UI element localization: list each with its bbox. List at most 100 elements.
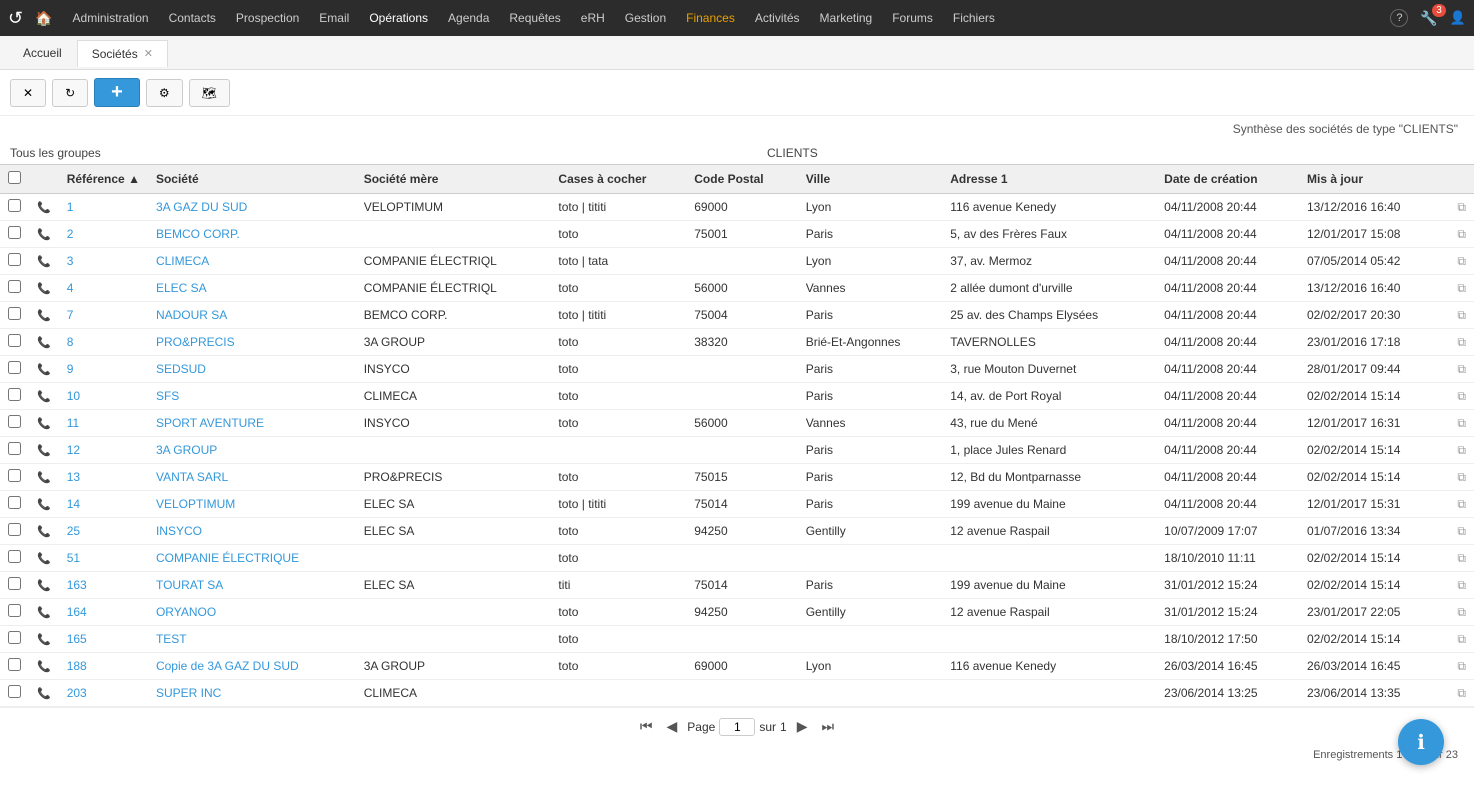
row-copy-cell[interactable]: ⧉ — [1442, 275, 1474, 302]
row-copy-cell[interactable]: ⧉ — [1442, 491, 1474, 518]
copy-icon[interactable]: ⧉ — [1457, 281, 1466, 296]
row-checkbox-cell[interactable] — [0, 302, 29, 329]
row-phone-cell[interactable]: 📞 — [29, 680, 59, 707]
row-copy-cell[interactable]: ⧉ — [1442, 248, 1474, 275]
add-button[interactable]: + — [94, 78, 140, 107]
row-checkbox[interactable] — [8, 307, 21, 320]
row-ref-link[interactable]: 1 — [67, 200, 74, 214]
nav-item-finances[interactable]: Finances — [678, 7, 743, 29]
copy-icon[interactable]: ⧉ — [1457, 308, 1466, 323]
row-societe-link[interactable]: ORYANOO — [156, 605, 216, 619]
row-checkbox[interactable] — [8, 631, 21, 644]
nav-item-email[interactable]: Email — [311, 7, 357, 29]
row-phone-cell[interactable]: 📞 — [29, 545, 59, 572]
nav-item-prospection[interactable]: Prospection — [228, 7, 307, 29]
row-phone-cell[interactable]: 📞 — [29, 491, 59, 518]
row-checkbox-cell[interactable] — [0, 599, 29, 626]
nav-item-gestion[interactable]: Gestion — [617, 7, 674, 29]
nav-item-marketing[interactable]: Marketing — [812, 7, 881, 29]
row-societe-link[interactable]: NADOUR SA — [156, 308, 227, 322]
tab-accueil[interactable]: Accueil — [8, 39, 77, 66]
page-input[interactable] — [719, 718, 755, 736]
row-ref-link[interactable]: 165 — [67, 632, 87, 646]
row-checkbox[interactable] — [8, 253, 21, 266]
row-copy-cell[interactable]: ⧉ — [1442, 464, 1474, 491]
row-ref-link[interactable]: 4 — [67, 281, 74, 295]
row-phone-cell[interactable]: 📞 — [29, 410, 59, 437]
row-phone-cell[interactable]: 📞 — [29, 221, 59, 248]
row-societe-link[interactable]: 3A GROUP — [156, 443, 217, 457]
row-checkbox-cell[interactable] — [0, 194, 29, 221]
row-copy-cell[interactable]: ⧉ — [1442, 653, 1474, 680]
row-copy-cell[interactable]: ⧉ — [1442, 302, 1474, 329]
row-phone-cell[interactable]: 📞 — [29, 572, 59, 599]
row-societe-link[interactable]: Copie de 3A GAZ DU SUD — [156, 659, 299, 673]
row-ref-link[interactable]: 13 — [67, 470, 80, 484]
row-checkbox[interactable] — [8, 496, 21, 509]
row-societe-link[interactable]: BEMCO CORP. — [156, 227, 240, 241]
row-checkbox[interactable] — [8, 604, 21, 617]
row-checkbox-cell[interactable] — [0, 545, 29, 572]
row-checkbox-cell[interactable] — [0, 653, 29, 680]
row-checkbox[interactable] — [8, 577, 21, 590]
row-ref-link[interactable]: 7 — [67, 308, 74, 322]
copy-icon[interactable]: ⧉ — [1457, 551, 1466, 566]
row-ref-link[interactable]: 163 — [67, 578, 87, 592]
copy-icon[interactable]: ⧉ — [1457, 443, 1466, 458]
row-societe-link[interactable]: TEST — [156, 632, 187, 646]
copy-icon[interactable]: ⧉ — [1457, 335, 1466, 350]
row-checkbox[interactable] — [8, 550, 21, 563]
row-copy-cell[interactable]: ⧉ — [1442, 545, 1474, 572]
col-mere[interactable]: Société mère — [356, 165, 551, 194]
tools-badge[interactable]: 🔧 3 — [1420, 10, 1437, 27]
row-societe-link[interactable]: SEDSUD — [156, 362, 206, 376]
fab-button[interactable]: ℹ — [1398, 719, 1444, 765]
row-copy-cell[interactable]: ⧉ — [1442, 680, 1474, 707]
map-button[interactable]: 🗺 — [189, 79, 230, 107]
row-ref-link[interactable]: 3 — [67, 254, 74, 268]
row-ref-link[interactable]: 14 — [67, 497, 80, 511]
row-checkbox[interactable] — [8, 442, 21, 455]
row-societe-link[interactable]: COMPANIE ÉLECTRIQUE — [156, 551, 299, 565]
row-ref-link[interactable]: 9 — [67, 362, 74, 376]
col-ville[interactable]: Ville — [798, 165, 943, 194]
clear-button[interactable]: ✕ — [10, 79, 46, 107]
row-phone-cell[interactable]: 📞 — [29, 464, 59, 491]
copy-icon[interactable]: ⧉ — [1457, 389, 1466, 404]
row-societe-link[interactable]: 3A GAZ DU SUD — [156, 200, 247, 214]
row-checkbox-cell[interactable] — [0, 248, 29, 275]
row-ref-link[interactable]: 2 — [67, 227, 74, 241]
row-copy-cell[interactable]: ⧉ — [1442, 437, 1474, 464]
row-ref-link[interactable]: 10 — [67, 389, 80, 403]
row-phone-cell[interactable]: 📞 — [29, 275, 59, 302]
user-icon[interactable]: 👤 — [1450, 10, 1466, 26]
row-copy-cell[interactable]: ⧉ — [1442, 221, 1474, 248]
row-checkbox[interactable] — [8, 523, 21, 536]
row-checkbox-cell[interactable] — [0, 491, 29, 518]
row-checkbox[interactable] — [8, 415, 21, 428]
row-checkbox[interactable] — [8, 226, 21, 239]
page-last-button[interactable]: ⏭ — [817, 716, 838, 737]
copy-icon[interactable]: ⧉ — [1457, 605, 1466, 620]
nav-logo-icon[interactable]: ↺ — [8, 8, 23, 29]
copy-icon[interactable]: ⧉ — [1457, 659, 1466, 674]
row-checkbox[interactable] — [8, 658, 21, 671]
row-checkbox[interactable] — [8, 469, 21, 482]
row-checkbox-cell[interactable] — [0, 275, 29, 302]
row-phone-cell[interactable]: 📞 — [29, 626, 59, 653]
row-societe-link[interactable]: VELOPTIMUM — [156, 497, 235, 511]
nav-item-fichiers[interactable]: Fichiers — [945, 7, 1003, 29]
row-checkbox[interactable] — [8, 361, 21, 374]
col-creation[interactable]: Date de création — [1156, 165, 1299, 194]
row-copy-cell[interactable]: ⧉ — [1442, 194, 1474, 221]
row-phone-cell[interactable]: 📞 — [29, 599, 59, 626]
row-checkbox[interactable] — [8, 685, 21, 698]
row-phone-cell[interactable]: 📞 — [29, 248, 59, 275]
select-all-checkbox[interactable] — [8, 171, 21, 184]
row-copy-cell[interactable]: ⧉ — [1442, 572, 1474, 599]
page-first-button[interactable]: ⏮ — [636, 716, 657, 737]
row-checkbox[interactable] — [8, 280, 21, 293]
row-ref-link[interactable]: 164 — [67, 605, 87, 619]
row-phone-cell[interactable]: 📞 — [29, 302, 59, 329]
copy-icon[interactable]: ⧉ — [1457, 227, 1466, 242]
